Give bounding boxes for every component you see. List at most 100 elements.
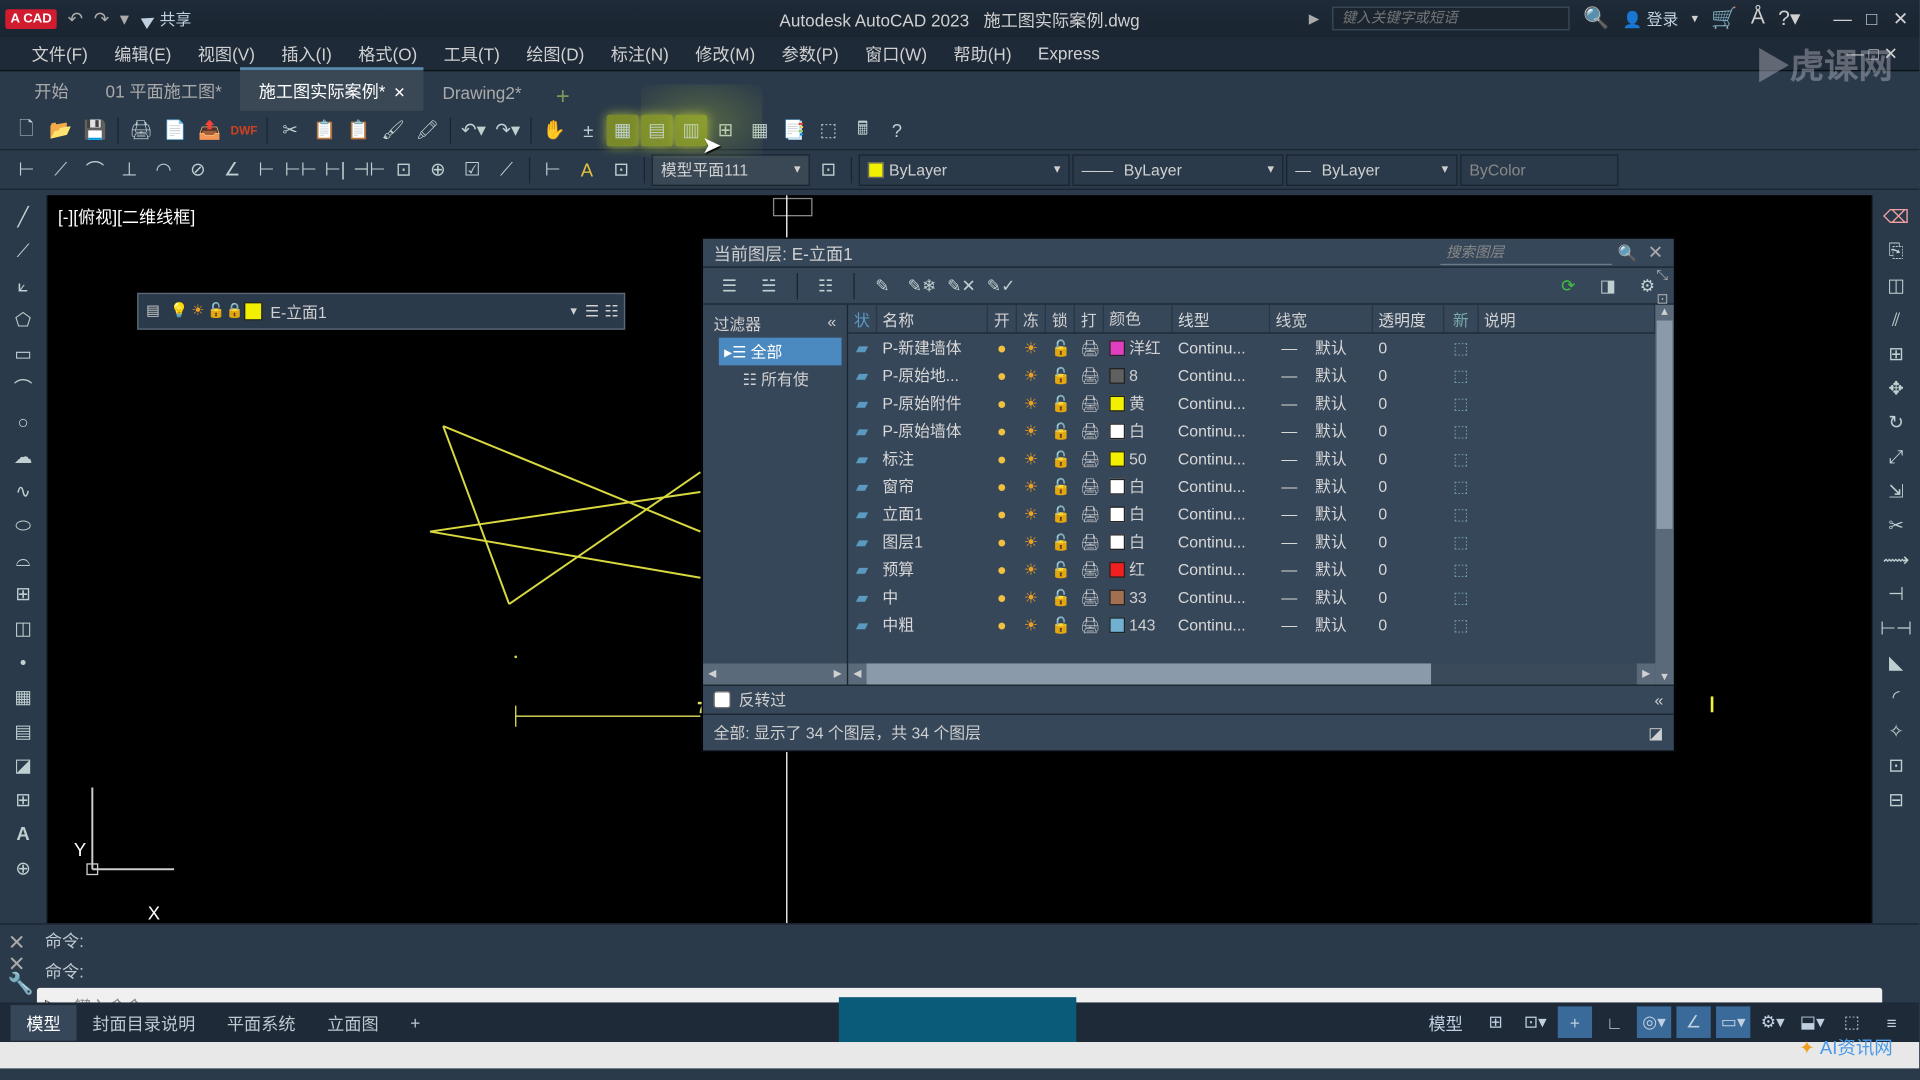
settings-toggle-icon[interactable]: ◨ xyxy=(1592,270,1624,302)
rect-icon[interactable]: ▭ xyxy=(0,338,46,370)
pan-icon[interactable]: ✋ xyxy=(538,114,570,146)
tab-close-icon[interactable]: ✕ xyxy=(393,86,405,102)
linetype-dropdown[interactable]: ——ByLayer▾ xyxy=(1072,154,1283,186)
palette-pin-icon[interactable]: ⤡ xyxy=(1656,268,1668,285)
new-layer2-icon[interactable]: ✎ xyxy=(867,270,899,302)
group-icon[interactable]: ⊡ xyxy=(1873,749,1919,781)
dimstyle-edit-icon[interactable]: ⊡ xyxy=(813,154,845,186)
cut-icon[interactable]: ✂ xyxy=(274,114,306,146)
close-icon[interactable]: ✕ xyxy=(1887,7,1913,29)
pline-icon[interactable]: ⟀ xyxy=(0,269,46,301)
erase-icon[interactable]: ⌫ xyxy=(1873,200,1919,232)
palette-opt-icon[interactable]: ⊡ xyxy=(1656,290,1668,307)
gradient-icon[interactable]: ▤ xyxy=(0,715,46,747)
menu-file[interactable]: 文件(F) xyxy=(21,36,98,72)
polar-toggle-icon[interactable]: ∟ xyxy=(1597,1006,1631,1038)
dim-cont-icon[interactable]: ⊢⊢ xyxy=(285,154,317,186)
point-icon[interactable]: • xyxy=(0,646,46,678)
undo-icon[interactable]: ↶ xyxy=(68,7,83,29)
edit-dim-icon[interactable]: ⊢ xyxy=(537,154,569,186)
tree-all-item[interactable]: ▸☰ 全部 xyxy=(719,338,842,366)
text-edit-icon[interactable]: A xyxy=(571,154,603,186)
stretch-icon[interactable]: ⇲ xyxy=(1873,475,1919,507)
layer-row[interactable]: ▰预算●☀🔓🖨红Continu...—默认0⬚ xyxy=(848,555,1655,583)
set-current-icon[interactable]: ✎✓ xyxy=(985,270,1017,302)
menu-params[interactable]: 参数(P) xyxy=(771,36,849,72)
menu-insert[interactable]: 插入(I) xyxy=(271,36,343,72)
layout-tab-model[interactable]: 模型 xyxy=(11,1004,77,1040)
trim-icon[interactable]: ✂ xyxy=(1873,509,1919,541)
layer-state-icon[interactable]: ☷ xyxy=(810,270,842,302)
layout-tab-2[interactable]: 平面系统 xyxy=(211,1004,311,1040)
palette-close-icon[interactable]: ✕ xyxy=(1648,241,1663,263)
menu-express[interactable]: Express xyxy=(1027,38,1110,68)
dim-ord-icon[interactable]: ⊥ xyxy=(113,154,145,186)
table-h-scroll[interactable]: ◂ ▸ xyxy=(848,663,1655,684)
block-icon[interactable]: ◫ xyxy=(0,612,46,644)
dim-arc-icon[interactable]: ⌒ xyxy=(79,154,111,186)
table-v-scroll[interactable]: ▴ ▾ xyxy=(1655,305,1673,685)
layer-row[interactable]: ▰立面1●☀🔓🖨白Continu...—默认0⬚ xyxy=(848,500,1655,528)
help-tb-icon[interactable]: ? xyxy=(881,114,913,146)
table-icon[interactable]: ▦ xyxy=(744,114,776,146)
layer-aux2-icon[interactable]: ☷ xyxy=(604,302,618,320)
footer-collapse-icon[interactable]: « xyxy=(1654,690,1663,708)
menu-window[interactable]: 窗口(W) xyxy=(855,36,938,72)
undo-button[interactable]: ↶▾ xyxy=(458,114,490,146)
dropdown-arrow-icon[interactable]: ▾ xyxy=(120,7,129,29)
revcloud-icon[interactable]: ☁ xyxy=(0,441,46,473)
offset-icon[interactable]: ⫽ xyxy=(1873,303,1919,335)
dimstyle-dropdown[interactable]: 模型平面111▾ xyxy=(652,154,810,186)
tree-collapse-icon[interactable]: « xyxy=(827,313,836,335)
menu-edit[interactable]: 编辑(E) xyxy=(104,36,182,72)
move-obj-icon[interactable]: ✥ xyxy=(1873,372,1919,404)
scale-icon[interactable]: ⤢ xyxy=(1873,441,1919,473)
doc-tab-active[interactable]: 施工图实际案例*✕ xyxy=(240,67,424,111)
new-icon[interactable]: 🗋 xyxy=(11,114,43,146)
dwf-icon[interactable]: DWF xyxy=(228,114,260,146)
jog-icon[interactable]: ⟋ xyxy=(491,154,523,186)
ellarc-icon[interactable]: ⌓ xyxy=(0,543,46,575)
dim-rad-icon[interactable]: ◠ xyxy=(148,154,180,186)
lineweight-dropdown[interactable]: —ByLayer▾ xyxy=(1286,154,1457,186)
new-filter-icon[interactable]: ☱ xyxy=(753,270,785,302)
play-icon[interactable]: ▸ xyxy=(1309,5,1320,31)
model-button[interactable]: 模型 xyxy=(1418,1006,1473,1038)
menu-format[interactable]: 格式(O) xyxy=(348,36,428,72)
layer-row[interactable]: ▰P-新建墙体●☀🔓🖨洋红Continu...—默认0⬚ xyxy=(848,334,1655,362)
chamfer-icon[interactable]: ◣ xyxy=(1873,646,1919,678)
menu-draw[interactable]: 绘图(D) xyxy=(516,36,595,72)
layer-row[interactable]: ▰P-原始附件●☀🔓🖨黄Continu...—默认0⬚ xyxy=(848,389,1655,417)
rotate-icon[interactable]: ↻ xyxy=(1873,406,1919,438)
insert-icon[interactable]: ⊞ xyxy=(0,578,46,610)
line-icon[interactable]: ╱ xyxy=(0,200,46,232)
layout-tab-1[interactable]: 封面目录说明 xyxy=(77,1004,212,1040)
region-icon[interactable]: ◪ xyxy=(0,749,46,781)
layer-dropdown-float[interactable]: ▤ 💡 ☀ 🔓 🔒 E-立面1 ▾ ☰ ☷ xyxy=(137,293,625,330)
layout-add-tab[interactable]: + xyxy=(394,1007,436,1037)
layer-row[interactable]: ▰中●☀🔓🖨33Continu...—默认0⬚ xyxy=(848,583,1655,611)
invert-filter-checkbox[interactable] xyxy=(714,691,731,708)
hatch-icon[interactable]: ▦ xyxy=(0,681,46,713)
otrack-toggle-icon[interactable]: ∠ xyxy=(1676,1006,1710,1038)
table-draw-icon[interactable]: ⊞ xyxy=(0,783,46,815)
layer-props-icon[interactable]: ▦ xyxy=(607,114,639,146)
new-layer-icon[interactable]: ☰ xyxy=(714,270,746,302)
share-button[interactable]: 共享 xyxy=(142,7,191,29)
layer-states-icon[interactable]: ▤ xyxy=(641,114,673,146)
minimize-icon[interactable]: — xyxy=(1829,7,1855,29)
cycle-icon[interactable]: ⬓▾ xyxy=(1795,1006,1829,1038)
circle-icon[interactable]: ○ xyxy=(0,406,46,438)
osnap-toggle-icon[interactable]: ◎▾ xyxy=(1637,1006,1671,1038)
transparency-icon[interactable]: ⚙▾ xyxy=(1756,1006,1790,1038)
brush-icon[interactable]: 🖍 xyxy=(412,114,444,146)
fillet-icon[interactable]: ◜ xyxy=(1873,681,1919,713)
open-icon[interactable]: 📂 xyxy=(45,114,77,146)
doc-window-controls[interactable]: — □ ✕ xyxy=(1836,38,1909,70)
doc-tab-1[interactable]: 01 平面施工图* xyxy=(87,70,240,111)
maximize-icon[interactable]: □ xyxy=(1858,7,1884,29)
calc-icon[interactable]: 🖩 xyxy=(847,114,879,146)
polygon-icon[interactable]: ⬠ xyxy=(0,303,46,335)
center-icon[interactable]: ⊕ xyxy=(422,154,454,186)
palette-grip-icon[interactable]: ◪ xyxy=(1648,723,1663,741)
